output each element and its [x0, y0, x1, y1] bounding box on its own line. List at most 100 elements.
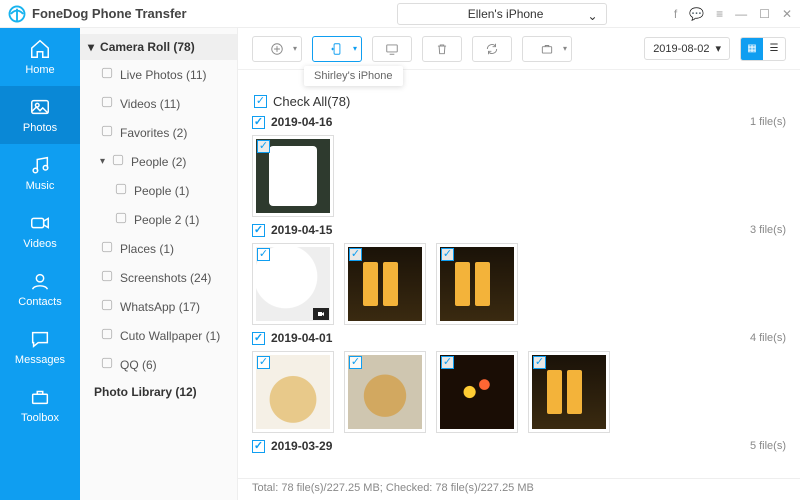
thumb-checkbox[interactable]: ✓	[257, 248, 270, 261]
delete-button[interactable]	[422, 36, 462, 62]
sidebar-item[interactable]: WhatsApp (17)	[80, 292, 237, 321]
nav-home[interactable]: Home	[0, 28, 80, 86]
nav-contacts[interactable]: Contacts	[0, 260, 80, 318]
group-count: 1 file(s)	[750, 116, 786, 128]
device-selector[interactable]: Ellen's iPhone ⌄	[397, 3, 607, 25]
photo-thumb[interactable]: ✓	[436, 243, 518, 325]
check-all-checkbox[interactable]: ✓	[254, 95, 267, 108]
photo-thumb[interactable]: ✓	[344, 351, 426, 433]
thumb-checkbox[interactable]: ✓	[349, 248, 362, 261]
sidebar-subitem[interactable]: People (1)	[80, 176, 237, 205]
grid-view-button[interactable]: ▦	[741, 38, 763, 60]
thumb-row: ✓ ✓ ✓	[252, 243, 786, 325]
thumb-checkbox[interactable]: ✓	[257, 356, 270, 369]
home-icon	[29, 38, 51, 60]
photo-thumb[interactable]: ✓	[436, 351, 518, 433]
person-icon	[114, 182, 128, 199]
nav-label: Contacts	[18, 296, 61, 308]
chevron-down-icon: ▾	[88, 40, 94, 54]
photo-thumb[interactable]: ✓	[252, 135, 334, 217]
sidebar-item[interactable]: ▾People (2)	[80, 147, 237, 176]
group-count: 3 file(s)	[750, 224, 786, 236]
music-icon	[29, 154, 51, 176]
feedback-button[interactable]: f	[674, 7, 677, 21]
nav-messages[interactable]: Messages	[0, 318, 80, 376]
maximize-button[interactable]: ☐	[759, 7, 770, 21]
thumb-row: ✓	[252, 135, 786, 217]
app-logo-icon	[8, 5, 26, 23]
sidebar-photo-library[interactable]: Photo Library (12)	[80, 379, 237, 405]
video-icon	[100, 95, 114, 112]
date-group-header[interactable]: ✓2019-04-161 file(s)	[252, 115, 786, 129]
transfer-target-tooltip: Shirley's iPhone	[304, 66, 403, 86]
group-checkbox[interactable]: ✓	[252, 440, 265, 453]
device-name: Ellen's iPhone	[468, 7, 544, 21]
app-title: FoneDog Phone Transfer	[32, 6, 187, 21]
sparkle-icon	[100, 66, 114, 83]
sidebar-header[interactable]: ▾Camera Roll (78)	[80, 34, 237, 60]
thumb-checkbox[interactable]: ✓	[257, 140, 270, 153]
sidebar-item[interactable]: Favorites (2)	[80, 118, 237, 147]
chevron-down-icon: ▾	[293, 44, 297, 53]
check-all-label: Check All(78)	[273, 94, 350, 109]
group-date: 2019-04-01	[271, 331, 332, 345]
to-pc-button[interactable]	[372, 36, 412, 62]
thumb-checkbox[interactable]: ✓	[349, 356, 362, 369]
nav-videos[interactable]: Videos	[0, 202, 80, 260]
status-text: Total: 78 file(s)/227.25 MB; Checked: 78…	[252, 482, 534, 494]
date-filter-value: 2019-08-02	[653, 43, 709, 55]
sidebar-item[interactable]: Videos (11)	[80, 89, 237, 118]
photo-thumb[interactable]: ✓	[344, 243, 426, 325]
sidebar-item[interactable]: Places (1)	[80, 234, 237, 263]
message-button[interactable]: 💬	[689, 7, 704, 21]
photo-thumb[interactable]: ✓	[252, 351, 334, 433]
album-sidebar: ▾Camera Roll (78)Live Photos (11)Videos …	[80, 28, 238, 500]
date-group-header[interactable]: ✓2019-04-153 file(s)	[252, 223, 786, 237]
plus-circle-icon	[270, 42, 284, 56]
add-button[interactable]: ▾	[252, 36, 302, 62]
date-group-header[interactable]: ✓2019-03-295 file(s)	[252, 439, 786, 453]
photos-icon	[29, 96, 51, 118]
date-group-header[interactable]: ✓ 2019-04-01 4 file(s)	[252, 331, 786, 345]
nav-photos[interactable]: Photos	[0, 86, 80, 144]
refresh-button[interactable]	[472, 36, 512, 62]
menu-button[interactable]: ≡	[716, 7, 723, 21]
chevron-down-icon: ▾	[715, 42, 721, 55]
nav-toolbox[interactable]: Toolbox	[0, 376, 80, 434]
chevron-down-icon: ▾	[563, 44, 567, 53]
main-nav: HomePhotosMusicVideos Contacts MessagesToo…	[0, 28, 80, 500]
toolbox-button[interactable]: ▾	[522, 36, 572, 62]
sidebar-item[interactable]: Live Photos (11)	[80, 60, 237, 89]
trash-icon	[435, 42, 449, 56]
briefcase-icon	[540, 42, 554, 56]
tooltip-text: Shirley's iPhone	[314, 70, 393, 82]
chevron-down-icon: ⌄	[588, 9, 598, 23]
group-checkbox[interactable]: ✓	[252, 116, 265, 129]
check-all-row[interactable]: ✓ Check All(78)	[254, 94, 786, 109]
status-bar: Total: 78 file(s)/227.25 MB; Checked: 78…	[238, 478, 800, 500]
date-filter[interactable]: 2019-08-02 ▾	[644, 37, 730, 60]
people-icon	[111, 153, 125, 170]
group-count: 4 file(s)	[750, 332, 786, 344]
sidebar-item[interactable]: QQ (6)	[80, 350, 237, 379]
thumb-checkbox[interactable]: ✓	[441, 248, 454, 261]
thumb-row: ✓ ✓ ✓ ✓	[252, 351, 786, 433]
photo-thumb[interactable]: ✓	[528, 351, 610, 433]
minimize-button[interactable]: —	[735, 7, 747, 21]
photo-thumb[interactable]: ✓	[252, 243, 334, 325]
photo-grid: ✓ Check All(78) ✓2019-04-161 file(s)✓✓20…	[238, 70, 800, 478]
close-button[interactable]: ✕	[782, 7, 792, 21]
thumb-checkbox[interactable]: ✓	[441, 356, 454, 369]
thumb-checkbox[interactable]: ✓	[533, 356, 546, 369]
group-checkbox[interactable]: ✓	[252, 332, 265, 345]
list-view-button[interactable]: ☰	[763, 38, 785, 60]
nav-music[interactable]: Music	[0, 144, 80, 202]
group-checkbox[interactable]: ✓	[252, 224, 265, 237]
refresh-icon	[485, 42, 499, 56]
whatsapp-icon	[100, 298, 114, 315]
sidebar-item[interactable]: Screenshots (24)	[80, 263, 237, 292]
chevron-down-icon: ▾	[100, 156, 105, 167]
sidebar-item[interactable]: Cuto Wallpaper (1)	[80, 321, 237, 350]
sidebar-subitem[interactable]: People 2 (1)	[80, 205, 237, 234]
to-device-button[interactable]: ▾	[312, 36, 362, 62]
